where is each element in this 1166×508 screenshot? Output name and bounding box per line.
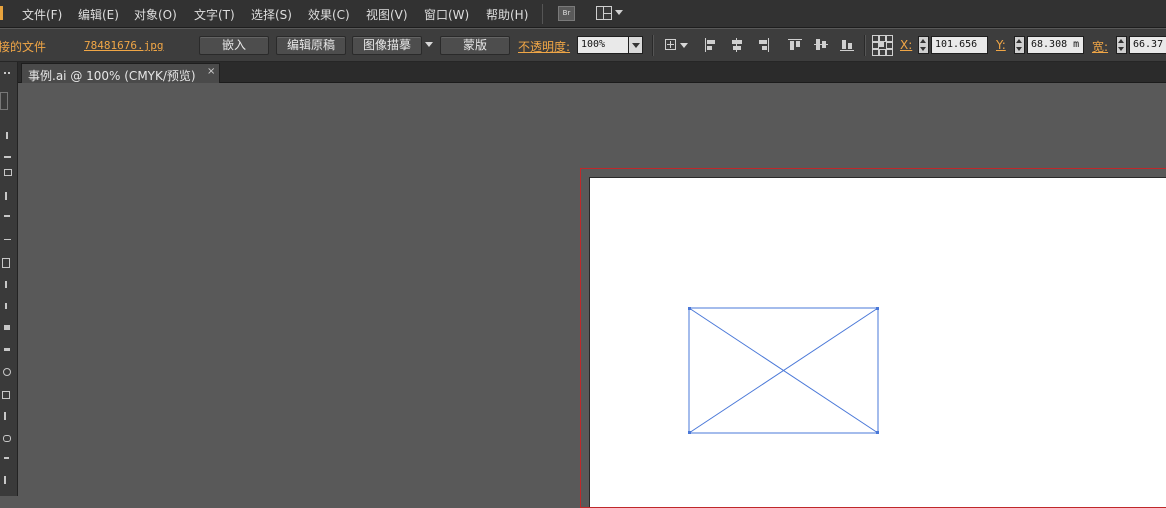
warp-tool-icon[interactable]: [2, 432, 14, 444]
edit-original-button[interactable]: 编辑原稿: [276, 36, 346, 55]
document-tab[interactable]: 事例.ai @ 100% (CMYK/预览) ×: [21, 63, 220, 83]
tools-panel: [0, 62, 18, 496]
align-top-icon[interactable]: [788, 38, 802, 52]
pen-tool-icon[interactable]: [2, 190, 14, 202]
paintbrush-tool-icon[interactable]: [2, 278, 14, 290]
document-tab-title[interactable]: 事例.ai @ 100% (CMYK/预览): [28, 67, 196, 84]
image-trace-button[interactable]: 图像描摹: [352, 36, 422, 55]
y-field[interactable]: 68.308 m: [1027, 36, 1084, 54]
image-trace-dropdown-icon[interactable]: [425, 42, 433, 47]
app-logo-icon: [0, 6, 3, 20]
linked-file-name-link[interactable]: 78481676.jpg: [84, 39, 163, 52]
width-field[interactable]: 66.37: [1129, 36, 1166, 54]
x-field[interactable]: 101.656: [931, 36, 988, 54]
menu-file[interactable]: 文件(F): [22, 6, 62, 23]
type-tool-icon[interactable]: [2, 212, 14, 224]
x-stepper[interactable]: [918, 36, 929, 54]
line-tool-icon[interactable]: [2, 234, 14, 246]
align-horizontal-center-icon[interactable]: [730, 38, 744, 52]
x-label[interactable]: X:: [900, 38, 912, 52]
workspace-switcher-icon[interactable]: [596, 6, 624, 21]
control-divider: [864, 35, 865, 56]
pencil-tool-icon[interactable]: [2, 300, 14, 312]
reference-point-icon[interactable]: [872, 35, 893, 56]
opacity-dropdown-icon[interactable]: [628, 36, 643, 54]
shape-builder-tool-icon[interactable]: [2, 474, 14, 486]
menu-effect[interactable]: 效果(C): [308, 6, 350, 23]
panel-collapse-icon[interactable]: [2, 70, 14, 82]
control-divider: [652, 35, 653, 56]
menu-bar: 文件(F) 编辑(E) 对象(O) 文字(T) 选择(S) 效果(C) 视图(V…: [0, 0, 1166, 28]
rotate-tool-icon[interactable]: [2, 366, 14, 378]
menu-window[interactable]: 窗口(W): [424, 6, 469, 23]
scale-tool-icon[interactable]: [2, 388, 14, 400]
selection-handle[interactable]: [688, 307, 691, 310]
embed-button[interactable]: 嵌入: [199, 36, 269, 55]
transform-icon[interactable]: [664, 38, 678, 52]
mask-button[interactable]: 蒙版: [440, 36, 510, 55]
lasso-tool-icon[interactable]: [2, 166, 14, 178]
rectangle-tool-icon[interactable]: [2, 256, 14, 268]
transform-dropdown-icon[interactable]: [680, 43, 688, 48]
selection-handle[interactable]: [876, 307, 879, 310]
linked-file-label[interactable]: 接的文件: [0, 38, 46, 55]
magic-wand-tool-icon[interactable]: [2, 152, 14, 164]
direct-selection-tool-icon[interactable]: [2, 130, 14, 142]
placed-image-placeholder[interactable]: [688, 307, 879, 434]
align-right-icon[interactable]: [756, 38, 770, 52]
y-label[interactable]: Y:: [996, 38, 1006, 52]
width-stepper[interactable]: [1116, 36, 1127, 54]
align-vertical-center-icon[interactable]: [814, 38, 828, 52]
align-left-icon[interactable]: [704, 38, 718, 52]
close-icon[interactable]: ×: [207, 66, 215, 77]
menu-help[interactable]: 帮助(H): [486, 6, 528, 23]
selection-handle[interactable]: [876, 431, 879, 434]
document-tab-bar: 事例.ai @ 100% (CMYK/预览) ×: [18, 62, 1166, 83]
width-tool-icon[interactable]: [2, 410, 14, 422]
y-stepper[interactable]: [1014, 36, 1025, 54]
blob-brush-tool-icon[interactable]: [2, 322, 14, 334]
opacity-field[interactable]: 100%: [577, 36, 629, 54]
menu-select[interactable]: 选择(S): [251, 6, 292, 23]
menu-edit[interactable]: 编辑(E): [78, 6, 119, 23]
eraser-tool-icon[interactable]: [2, 344, 14, 356]
menu-object[interactable]: 对象(O): [134, 6, 177, 23]
selection-tool-icon[interactable]: [0, 92, 8, 110]
menu-divider: [542, 4, 543, 24]
selection-handle[interactable]: [688, 431, 691, 434]
width-label[interactable]: 宽:: [1092, 38, 1108, 55]
free-transform-tool-icon[interactable]: [2, 454, 14, 466]
align-bottom-icon[interactable]: [840, 38, 854, 52]
menu-type[interactable]: 文字(T): [194, 6, 235, 23]
menu-view[interactable]: 视图(V): [366, 6, 408, 23]
opacity-label[interactable]: 不透明度:: [518, 38, 570, 55]
bridge-button[interactable]: Br: [558, 6, 575, 21]
control-bar: 接的文件 78481676.jpg 嵌入 编辑原稿 图像描摹 蒙版 不透明度: …: [0, 29, 1166, 62]
